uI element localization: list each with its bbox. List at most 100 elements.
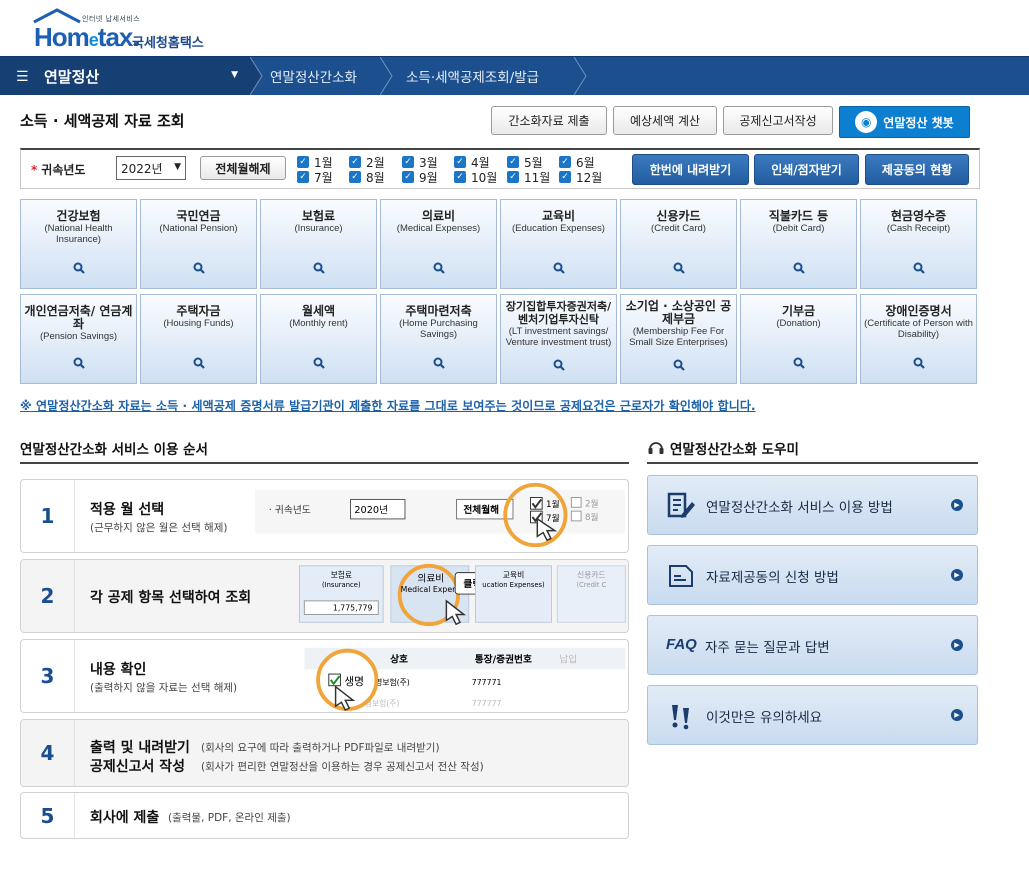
category-donation[interactable]: 기부금 (Donation) [740,294,857,384]
helper-usage-guide[interactable]: 연말정산간소화 서비스 이용 방법 ▶ [647,475,978,535]
month-checkbox-7[interactable]: ✓ 7월 [297,170,333,185]
breadcrumb-item-deduction-query[interactable]: 소득·세액공제조회/발급 [406,57,539,95]
step-number: 3 [21,640,75,712]
svg-text:2020년: 2020년 [354,504,388,516]
search-icon [193,262,205,274]
svg-text:Medical Expen: Medical Expen [401,585,457,594]
month-checkbox-4[interactable]: ✓ 4월 [454,155,490,170]
pencil-doc-icon [667,492,695,518]
download-all-button[interactable]: 한번에 내려받기 [632,154,749,185]
check-icon: ✓ [559,156,571,168]
svg-text:전체월해: 전체월해 [463,503,499,516]
nav-main-label: 연말정산 [44,67,100,86]
category-debit-card[interactable]: 직불카드 등 (Debit Card) [740,199,857,289]
chevron-down-icon: ▼ [174,162,181,172]
search-icon [313,357,325,369]
helper-title-rule [647,462,978,464]
document-icon [669,565,693,587]
month-checkbox-5[interactable]: ✓ 5월 [507,155,543,170]
category-insurance[interactable]: 보험료 (Insurance) [260,199,377,289]
category-small-enterprise-fee[interactable]: 소기업 · 소상공인 공제부금 (Membership Fee For Small… [620,294,737,384]
step-3-illustration: 상호 통장/증권번호 납입 보생명보험(주) 777771 교보생명보험(주) … [304,647,626,712]
exclamation-icon [672,705,689,730]
print-braille-button[interactable]: 인쇄/점자받기 [754,154,859,185]
category-health-insurance[interactable]: 건강보험 (National Health Insurance) [20,199,137,289]
step-3: 3 내용 확인 (출력하지 않을 자료는 선택 해제) 상호 통장/증권번호 납… [20,639,629,713]
svg-text:통장/증권번호: 통장/증권번호 [475,652,532,665]
month-checkbox-8[interactable]: ✓ 8월 [349,170,385,185]
search-icon [193,357,205,369]
step-number: 4 [21,720,75,786]
faq-icon: FAQ [666,636,697,653]
svg-text:(Insurance): (Insurance) [322,581,361,589]
svg-text:생명: 생명 [344,675,364,688]
hometax-logo[interactable]: 인터넷 납세서비스 Hometax. 국세청홈택스 [30,8,230,52]
step-title: 출력 및 내려받기 [90,740,190,756]
breadcrumb-separator-icon [250,57,263,95]
chatbot-button[interactable]: ◉ 연말정산 챗봇 [839,106,970,138]
chevron-down-icon: ▼ [231,70,238,80]
estimate-tax-button[interactable]: 예상세액 계산 [613,106,717,135]
category-cash-receipt[interactable]: 현금영수증 (Cash Receipt) [860,199,977,289]
search-icon [793,262,805,274]
svg-text:· 귀속년도: · 귀속년도 [269,504,311,516]
notice-text[interactable]: ※ 연말정산간소화 자료는 소득 · 세액공제 증명서류 발급기관이 제출한 자… [20,397,756,414]
search-icon [73,357,85,369]
year-label: * 귀속년도 [31,163,86,177]
submit-simplified-button[interactable]: 간소화자료 제출 [491,106,607,135]
month-checkbox-10[interactable]: ✓ 10월 [454,170,497,185]
category-education-expenses[interactable]: 교육비 (Education Expenses) [500,199,617,289]
helper-consent-guide[interactable]: 자료제공동의 신청 방법 ▶ [647,545,978,605]
svg-text:교육비: 교육비 [503,571,524,580]
category-pension-savings[interactable]: 개인연금저축/ 연금계좌 (Pension Savings) [20,294,137,384]
category-housing-funds[interactable]: 주택자금 (Housing Funds) [140,294,257,384]
month-checkbox-6[interactable]: ✓ 6월 [559,155,595,170]
category-monthly-rent[interactable]: 월세액 (Monthly rent) [260,294,377,384]
clear-all-months-button[interactable]: 전체월해제 [200,156,286,180]
step-title: 내용 확인 [90,662,147,678]
navigation-bar: ☰ 연말정산 ▼ 연말정산간소화 소득·세액공제조회/발급 [0,56,1029,95]
svg-text:1월: 1월 [546,498,560,510]
page-title: 소득 · 세액공제 자료 조회 [20,112,185,130]
filter-bar: * 귀속년도 2022년 ▼ 전체월해제 ✓ 1월 ✓ 2월 ✓ 3월 ✓ 4월 ✓ 5월 ✓… [20,148,980,189]
month-checkbox-9[interactable]: ✓ 9월 [402,170,438,185]
category-medical-expenses[interactable]: 의료비 (Medical Expenses) [380,199,497,289]
check-icon: ✓ [402,171,414,183]
category-lt-investment-savings[interactable]: 장기집합투자증권저축/ 벤처기업투자신탁 (LT investment savin… [500,294,617,384]
year-select[interactable]: 2022년 ▼ [116,156,186,180]
category-home-purchasing-savings[interactable]: 주택마련저축 (Home Purchasing Savings) [380,294,497,384]
chatbot-label: 연말정산 챗봇 [883,115,954,130]
write-deduction-form-button[interactable]: 공제신고서작성 [723,106,833,135]
search-icon [433,357,445,369]
month-checkbox-11[interactable]: ✓ 11월 [507,170,550,185]
helper-faq[interactable]: FAQ 자주 묻는 질문과 답변 ▶ [647,615,978,675]
search-icon [553,359,565,371]
svg-text:보험료: 보험료 [331,571,352,580]
headset-icon [648,442,664,454]
step-number: 1 [21,480,75,552]
nav-main-menu[interactable]: ☰ 연말정산 ▼ [0,57,250,95]
helper-caution[interactable]: 이것만은 유의하세요 ▶ [647,685,978,745]
check-icon: ✓ [349,156,361,168]
check-icon: ✓ [297,171,309,183]
consent-status-button[interactable]: 제공동의 현황 [865,154,969,185]
logo-korean-name: 국세청홈택스 [132,36,204,51]
helper-label: 연말정산간소화 서비스 이용 방법 [706,500,893,516]
chatbot-icon: ◉ [855,111,878,133]
logo-brand: Hometax. [34,22,140,52]
svg-text:777771: 777771 [472,678,502,687]
search-icon [913,357,925,369]
month-checkbox-1[interactable]: ✓ 1월 [297,155,333,170]
category-disability-certificate[interactable]: 장애인증명서 (Certificate of Person with Disabi… [860,294,977,384]
breadcrumb-item-simplified[interactable]: 연말정산간소화 [270,57,357,95]
month-checkbox-2[interactable]: ✓ 2월 [349,155,385,170]
category-national-pension[interactable]: 국민연금 (National Pension) [140,199,257,289]
steps-title: 연말정산간소화 서비스 이용 순서 [20,442,208,458]
check-icon: ✓ [507,156,519,168]
month-checkbox-12[interactable]: ✓ 12월 [559,170,602,185]
step-title: 각 공제 항목 선택하여 조회 [90,590,252,606]
search-icon [913,262,925,274]
step-title: 적용 월 선택 [90,502,165,518]
month-checkbox-3[interactable]: ✓ 3월 [402,155,438,170]
category-credit-card[interactable]: 신용카드 (Credit Card) [620,199,737,289]
